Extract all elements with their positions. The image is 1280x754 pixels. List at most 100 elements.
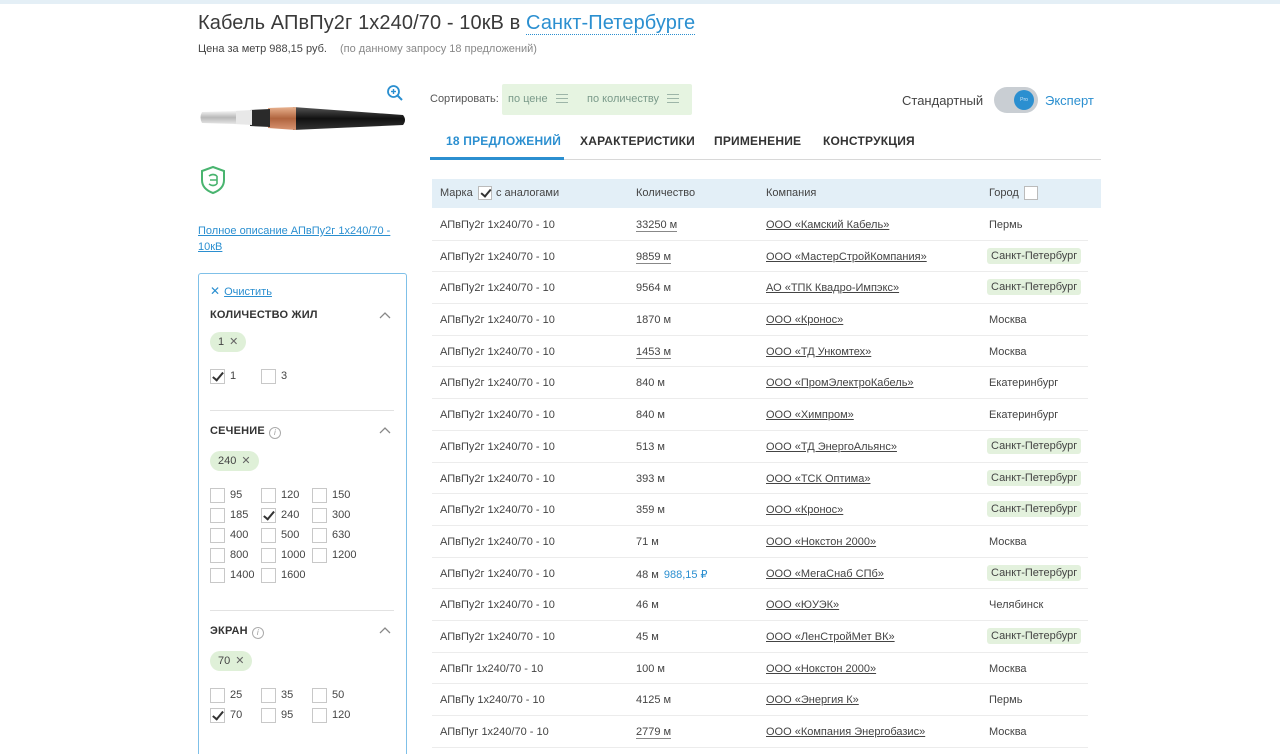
company-link[interactable]: ООО «Энергия К» bbox=[766, 694, 859, 706]
tab-offers[interactable]: 18 ПРЕДЛОЖЕНИЙ bbox=[446, 134, 561, 148]
info-icon[interactable]: i bbox=[268, 427, 281, 439]
quantity-value[interactable]: 2779 м bbox=[636, 726, 672, 739]
cable-product-image[interactable] bbox=[198, 98, 408, 138]
filter-checkbox[interactable] bbox=[312, 528, 327, 543]
tab-characteristics[interactable]: ХАРАКТЕРИСТИКИ bbox=[580, 134, 695, 148]
filter-checkbox[interactable] bbox=[312, 508, 327, 523]
filter-checkbox[interactable] bbox=[210, 528, 225, 543]
company-link[interactable]: ООО «ЛенСтройМет ВК» bbox=[766, 631, 895, 643]
company-link[interactable]: ООО «МегаСнаб СПб» bbox=[766, 568, 884, 580]
table-row[interactable]: АПвПуг 1х240/70 - 10 2779 м ООО «Компания … bbox=[432, 716, 1088, 748]
filter-checkbox[interactable] bbox=[261, 568, 276, 583]
close-icon: ✕ bbox=[241, 455, 251, 467]
filter-title-section[interactable]: СЕЧЕНИЕ i bbox=[210, 425, 281, 439]
company-link[interactable]: ООО «ТД ЭнергоАльянс» bbox=[766, 441, 897, 453]
filter-checkbox[interactable] bbox=[312, 488, 327, 503]
chevron-up-icon[interactable] bbox=[379, 426, 391, 434]
city-selector-link[interactable]: Санкт-Петербурге bbox=[526, 12, 696, 35]
cell-mark: АПвПу2г 1х240/70 - 10 bbox=[440, 345, 555, 358]
company-link[interactable]: ООО «Компания Энергобазис» bbox=[766, 726, 925, 738]
col-header-city[interactable]: Город bbox=[989, 187, 1019, 199]
chevron-up-icon[interactable] bbox=[379, 311, 391, 319]
table-row[interactable]: АПвПу2г 1х240/70 - 10 513 м ООО «ТД Энерго… bbox=[432, 431, 1088, 463]
chevron-up-icon[interactable] bbox=[379, 626, 391, 634]
company-link[interactable]: ООО «Нокстон 2000» bbox=[766, 536, 876, 548]
info-icon[interactable]: i bbox=[251, 627, 264, 639]
company-link[interactable]: ООО «ПромЭлектроКабель» bbox=[766, 377, 914, 389]
filter-checkbox[interactable] bbox=[261, 688, 276, 703]
active-filter-chip[interactable]: 240 ✕ bbox=[210, 451, 259, 471]
filter-checkbox[interactable] bbox=[261, 508, 276, 523]
filter-title-screen[interactable]: ЭКРАН i bbox=[210, 625, 264, 639]
company-link[interactable]: ООО «Камский Кабель» bbox=[766, 219, 889, 231]
mode-toggle[interactable]: Pro bbox=[994, 87, 1038, 113]
tab-construction[interactable]: КОНСТРУКЦИЯ bbox=[823, 134, 915, 148]
analogs-checkbox[interactable] bbox=[478, 186, 492, 200]
clear-filters-button[interactable]: ✕ Очистить bbox=[210, 284, 272, 298]
company-link[interactable]: ООО «ЮУЭК» bbox=[766, 599, 839, 611]
company-link[interactable]: ООО «Химпром» bbox=[766, 409, 854, 421]
filter-checkbox[interactable] bbox=[312, 708, 327, 723]
table-row[interactable]: АПвПу2г 1х240/70 - 10 9859 м ООО «МастерСт… bbox=[432, 241, 1088, 273]
filter-checkbox[interactable] bbox=[261, 528, 276, 543]
company-link[interactable]: ООО «ТД Ункомтех» bbox=[766, 346, 871, 358]
cell-mark: АПвПу2г 1х240/70 - 10 bbox=[440, 599, 555, 612]
table-row[interactable]: АПвПу2г 1х240/70 - 10 393 м ООО «ТСК Оптим… bbox=[432, 463, 1088, 495]
sort-by-quantity-button[interactable]: по количеству bbox=[587, 93, 679, 105]
filter-checkbox[interactable] bbox=[210, 548, 225, 563]
filter-checkbox[interactable] bbox=[210, 708, 225, 723]
table-row[interactable]: АПвПу2г 1х240/70 - 10 33250 м ООО «Камский… bbox=[432, 209, 1088, 241]
table-row[interactable]: АПвПу2г 1х240/70 - 10 1453 м ООО «ТД Унком… bbox=[432, 336, 1088, 368]
quantity-value: 46 м bbox=[636, 599, 659, 612]
cell-city: Пермь bbox=[989, 219, 1023, 231]
table-row[interactable]: АПвПу2г 1х240/70 - 10 46 м ООО «ЮУЭК» Челяб… bbox=[432, 589, 1088, 621]
mode-standard-label[interactable]: Стандартный bbox=[902, 93, 983, 108]
sort-by-price-button[interactable]: по цене bbox=[508, 93, 568, 105]
company-link[interactable]: ООО «Кронос» bbox=[766, 504, 843, 516]
table-row[interactable]: АПвПг 1х240/70 - 10 100 м ООО «Нокстон 200… bbox=[432, 653, 1088, 685]
filter-title-cores[interactable]: КОЛИЧЕСТВО ЖИЛ bbox=[210, 309, 318, 321]
tab-application[interactable]: ПРИМЕНЕНИЕ bbox=[714, 134, 801, 148]
quantity-value[interactable]: 1453 м bbox=[636, 345, 672, 359]
city-filter-checkbox[interactable] bbox=[1024, 186, 1038, 200]
company-link[interactable]: ООО «Кронос» bbox=[766, 314, 843, 326]
table-row[interactable]: АПвПу2г 1х240/70 - 10 1870 м ООО «Кронос» М… bbox=[432, 304, 1088, 336]
filter-checkbox[interactable] bbox=[261, 708, 276, 723]
checkbox-cores-1[interactable] bbox=[210, 369, 225, 384]
company-link[interactable]: АО «ТПК Квадро-Импэкс» bbox=[766, 282, 899, 294]
filter-checkbox[interactable] bbox=[210, 508, 225, 523]
col-header-company[interactable]: Компания bbox=[766, 187, 816, 199]
filter-checkbox[interactable] bbox=[210, 568, 225, 583]
active-filter-chip[interactable]: 1 ✕ bbox=[210, 332, 247, 352]
full-description-link[interactable]: Полное описание АПвПу2г 1х240/70 - 10кВ bbox=[198, 223, 408, 255]
company-link[interactable]: ООО «Нокстон 2000» bbox=[766, 663, 876, 675]
filter-checkbox[interactable] bbox=[261, 488, 276, 503]
table-row[interactable]: АПвПу2г 1х240/70 - 10 71 м ООО «Нокстон 20… bbox=[432, 526, 1088, 558]
company-link[interactable]: ООО «МастерСтройКомпания» bbox=[766, 251, 927, 263]
shield-e-icon bbox=[201, 165, 225, 195]
quantity-value[interactable]: 33250 м bbox=[636, 219, 678, 232]
table-row[interactable]: АПвПу2г 1х240/70 - 10 45 м ООО «ЛенСтройМе… bbox=[432, 621, 1088, 653]
filter-panel: ✕ Очистить КОЛИЧЕСТВО ЖИЛ 1 ✕ 1 3 СЕЧЕНИЕ i… bbox=[198, 273, 407, 754]
filter-checkbox[interactable] bbox=[210, 688, 225, 703]
filter-checkbox[interactable] bbox=[312, 688, 327, 703]
table-row[interactable]: АПвПу2г 1х240/70 - 10 840 м ООО «ПромЭлект… bbox=[432, 367, 1088, 400]
filter-checkbox[interactable] bbox=[312, 548, 327, 563]
company-link[interactable]: ООО «ТСК Оптима» bbox=[766, 473, 870, 485]
table-row[interactable]: АПвПу 1х240/70 - 10 4125 м ООО «Энергия К»… bbox=[432, 684, 1088, 716]
checkbox-cores-3[interactable] bbox=[261, 369, 276, 384]
table-row[interactable]: АПвПу2г 1х240/70 - 10 48 м 988,15 ₽ ООО «Ме… bbox=[432, 558, 1088, 590]
table-row[interactable]: АПвПу2г 1х240/70 - 10 359 м ООО «Кронос» Са… bbox=[432, 494, 1088, 526]
table-row[interactable]: АПвПу2г 1х240/70 - 10 840 м ООО «Химпром» Е… bbox=[432, 399, 1088, 431]
checkbox-label: 95 bbox=[281, 709, 294, 721]
mode-expert-label[interactable]: Эксперт bbox=[1045, 93, 1094, 108]
filter-checkbox[interactable] bbox=[261, 548, 276, 563]
active-filter-chip[interactable]: 70 ✕ bbox=[210, 651, 253, 671]
table-row[interactable]: АПвПу2г 1х240/70 - 10 9564 м АО «ТПК Квадр… bbox=[432, 272, 1088, 305]
checkbox-label: 120 bbox=[332, 709, 351, 721]
col-header-quantity[interactable]: Количество bbox=[636, 187, 695, 199]
filter-checkbox[interactable] bbox=[210, 488, 225, 503]
quantity-value[interactable]: 9859 м bbox=[636, 250, 672, 264]
col-header-mark[interactable]: Марка bbox=[440, 187, 473, 199]
zoom-icon[interactable] bbox=[386, 84, 404, 102]
